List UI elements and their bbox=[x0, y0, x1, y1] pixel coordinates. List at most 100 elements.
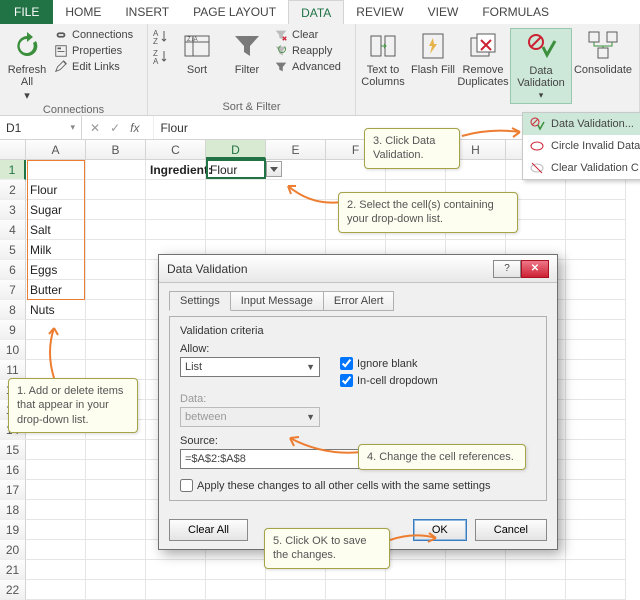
tab-review[interactable]: REVIEW bbox=[344, 0, 415, 24]
row-header[interactable]: 8 bbox=[0, 300, 26, 320]
advanced-filter-button[interactable]: Advanced bbox=[274, 60, 341, 74]
cell[interactable] bbox=[86, 540, 146, 560]
tab-view[interactable]: VIEW bbox=[416, 0, 471, 24]
cell[interactable] bbox=[206, 220, 266, 240]
cell[interactable] bbox=[566, 360, 626, 380]
reapply-button[interactable]: Reapply bbox=[274, 44, 341, 58]
cell[interactable] bbox=[86, 240, 146, 260]
ignore-blank-checkbox[interactable]: Ignore blank bbox=[340, 357, 438, 370]
cell[interactable] bbox=[506, 560, 566, 580]
consolidate-button[interactable]: Consolidate bbox=[576, 28, 630, 78]
cell[interactable] bbox=[86, 160, 146, 180]
remove-duplicates-button[interactable]: Remove Duplicates bbox=[460, 28, 506, 90]
cell[interactable] bbox=[146, 560, 206, 580]
cell[interactable] bbox=[566, 180, 626, 200]
row-header[interactable]: 18 bbox=[0, 500, 26, 520]
filter-button[interactable]: Filter bbox=[224, 28, 270, 78]
cell[interactable] bbox=[86, 460, 146, 480]
cell[interactable] bbox=[26, 540, 86, 560]
cancel-button[interactable]: Cancel bbox=[475, 519, 547, 541]
confirm-entry-icon[interactable]: ✓ bbox=[110, 121, 120, 135]
flash-fill-button[interactable]: Flash Fill bbox=[410, 28, 456, 78]
row-header[interactable]: 5 bbox=[0, 240, 26, 260]
row-header[interactable]: 11 bbox=[0, 360, 26, 380]
cell[interactable] bbox=[326, 580, 386, 600]
properties-button[interactable]: Properties bbox=[54, 44, 133, 58]
cell[interactable] bbox=[566, 540, 626, 560]
cell[interactable] bbox=[506, 580, 566, 600]
cell[interactable] bbox=[566, 460, 626, 480]
row-header[interactable]: 4 bbox=[0, 220, 26, 240]
cell[interactable] bbox=[26, 440, 86, 460]
close-button[interactable]: ✕ bbox=[521, 260, 549, 278]
cell[interactable] bbox=[86, 520, 146, 540]
row-header[interactable]: 20 bbox=[0, 540, 26, 560]
cell[interactable]: Butter bbox=[26, 280, 86, 300]
cell[interactable]: Salt bbox=[26, 220, 86, 240]
tab-insert[interactable]: INSERT bbox=[113, 0, 181, 24]
cancel-entry-icon[interactable]: ✕ bbox=[90, 121, 100, 135]
cell[interactable] bbox=[86, 360, 146, 380]
col-header[interactable]: E bbox=[266, 140, 326, 159]
cell[interactable] bbox=[26, 580, 86, 600]
cell[interactable] bbox=[566, 400, 626, 420]
cell[interactable] bbox=[446, 560, 506, 580]
cell[interactable] bbox=[86, 480, 146, 500]
cell[interactable] bbox=[26, 320, 86, 340]
incell-dropdown-checkbox[interactable]: In-cell dropdown bbox=[340, 374, 438, 387]
row-header[interactable]: 3 bbox=[0, 200, 26, 220]
row-header[interactable]: 21 bbox=[0, 560, 26, 580]
cell[interactable] bbox=[26, 520, 86, 540]
row-header[interactable]: 15 bbox=[0, 440, 26, 460]
cell[interactable] bbox=[566, 560, 626, 580]
cell[interactable]: Nuts bbox=[26, 300, 86, 320]
cell[interactable] bbox=[86, 220, 146, 240]
cell[interactable] bbox=[206, 580, 266, 600]
data-validation-button[interactable]: Data Validation▾ bbox=[510, 28, 572, 104]
cell[interactable] bbox=[86, 440, 146, 460]
cell[interactable] bbox=[86, 580, 146, 600]
cell[interactable] bbox=[566, 440, 626, 460]
cell[interactable] bbox=[566, 200, 626, 220]
cell[interactable]: Flour bbox=[206, 160, 266, 180]
col-header[interactable]: A bbox=[26, 140, 86, 159]
clear-all-button[interactable]: Clear All bbox=[169, 519, 248, 541]
tab-file[interactable]: FILE bbox=[0, 0, 53, 24]
text-to-columns-button[interactable]: Text to Columns bbox=[360, 28, 406, 90]
cell[interactable] bbox=[146, 580, 206, 600]
cell[interactable] bbox=[566, 220, 626, 240]
cell[interactable] bbox=[146, 220, 206, 240]
fx-icon[interactable]: fx bbox=[130, 121, 139, 135]
row-header[interactable]: 16 bbox=[0, 460, 26, 480]
sort-desc-icon[interactable]: ZA bbox=[152, 48, 170, 66]
cell[interactable] bbox=[566, 580, 626, 600]
cell[interactable] bbox=[266, 200, 326, 220]
help-button[interactable]: ? bbox=[493, 260, 521, 278]
col-header[interactable]: D bbox=[206, 140, 266, 159]
cell[interactable] bbox=[566, 520, 626, 540]
cell[interactable] bbox=[86, 340, 146, 360]
cell[interactable] bbox=[566, 420, 626, 440]
cell[interactable] bbox=[566, 300, 626, 320]
col-header[interactable]: B bbox=[86, 140, 146, 159]
menu-data-validation[interactable]: Data Validation... bbox=[523, 113, 640, 135]
cell[interactable]: Eggs bbox=[26, 260, 86, 280]
cell[interactable] bbox=[446, 580, 506, 600]
cell[interactable] bbox=[86, 180, 146, 200]
cell[interactable] bbox=[86, 500, 146, 520]
cell[interactable] bbox=[566, 380, 626, 400]
cell[interactable]: Milk bbox=[26, 240, 86, 260]
cell[interactable]: Flour bbox=[26, 180, 86, 200]
cell[interactable] bbox=[266, 180, 326, 200]
sort-button[interactable]: Z↓A Sort bbox=[174, 28, 220, 78]
refresh-all-button[interactable]: Refresh All▾ bbox=[4, 28, 50, 104]
tab-page-layout[interactable]: PAGE LAYOUT bbox=[181, 0, 288, 24]
cell[interactable]: Ingredient: bbox=[146, 160, 206, 180]
sort-asc-icon[interactable]: AZ bbox=[152, 28, 170, 46]
menu-circle-invalid[interactable]: Circle Invalid Data bbox=[523, 135, 640, 157]
edit-links-button[interactable]: Edit Links bbox=[54, 60, 133, 74]
name-box[interactable]: D1▾ bbox=[0, 116, 82, 139]
cell[interactable] bbox=[86, 320, 146, 340]
cell[interactable] bbox=[206, 180, 266, 200]
cell[interactable] bbox=[146, 180, 206, 200]
